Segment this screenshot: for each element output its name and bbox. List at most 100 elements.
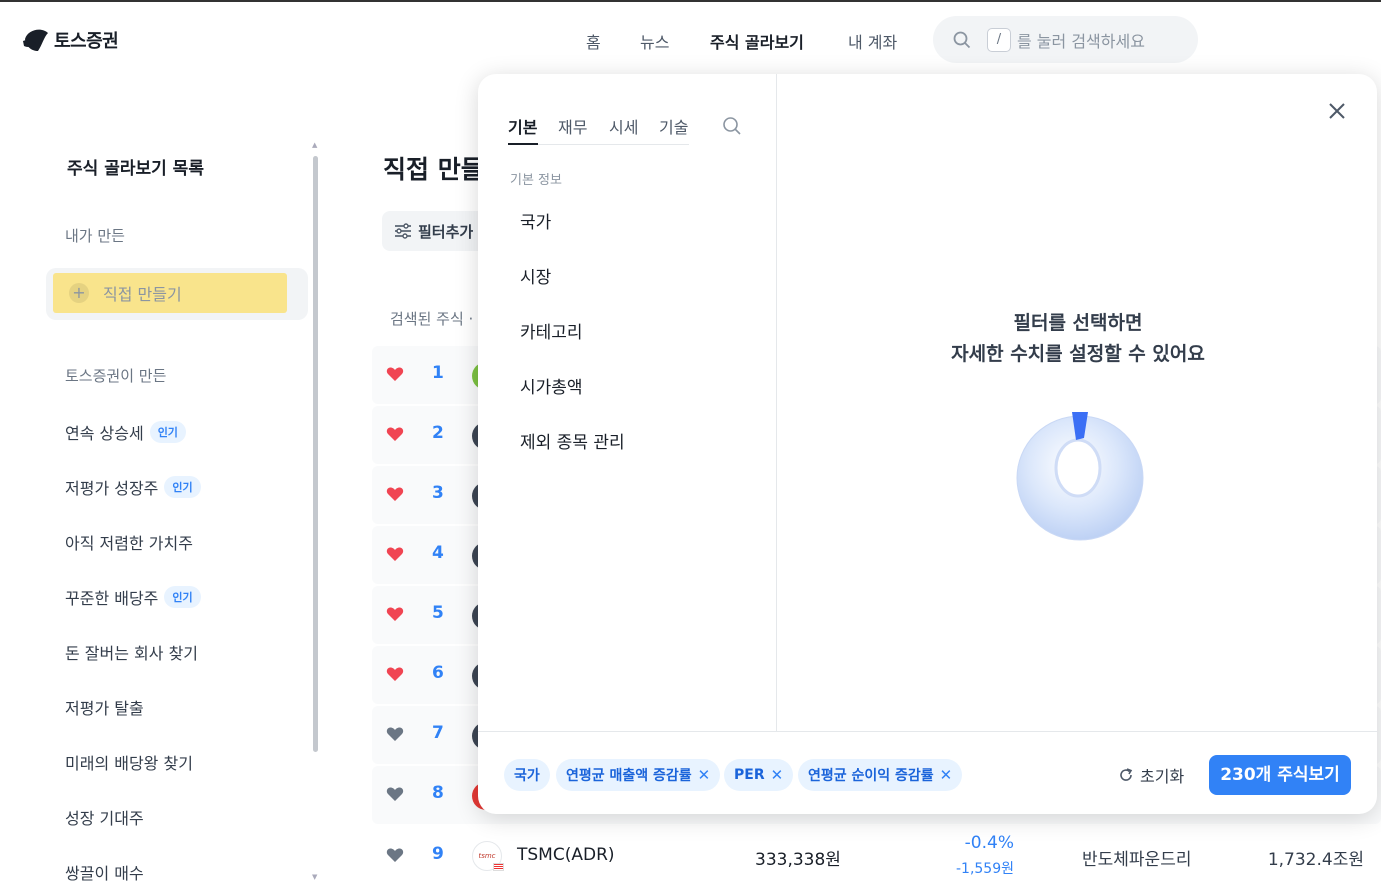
change-percent: -0.4%	[964, 833, 1014, 853]
stock-price: 333,338원	[755, 850, 841, 870]
category-market[interactable]: 시장	[520, 263, 551, 288]
sidebar-item-dual-buying[interactable]: 쌍끌이 매수	[65, 860, 144, 882]
nav-news[interactable]: 뉴스	[640, 29, 669, 53]
filter-sliders-icon	[395, 223, 411, 239]
tab-technical[interactable]: 기술	[659, 114, 688, 138]
filter-modal: 기본 재무 시세 기술 기본 정보 국가 시장 카테고리 시가총액 제외 종목 …	[478, 74, 1377, 814]
scroll-down-arrow[interactable]: ▼	[312, 873, 317, 881]
sidebar-item-label: 저평가 성장주	[65, 479, 159, 498]
search-bar[interactable]: / 를 눌러 검색하세요	[933, 16, 1198, 63]
sidebar-item-label: 미래의 배당왕 찾기	[65, 754, 193, 773]
sidebar-item-label: 돈 잘버는 회사 찾기	[65, 644, 199, 663]
category-section-heading: 기본 정보	[510, 173, 562, 188]
heart-icon[interactable]	[386, 725, 404, 743]
remove-icon[interactable]: ✕	[698, 766, 711, 784]
sidebar-title: 주식 골라보기 목록	[67, 159, 204, 179]
heart-icon[interactable]	[386, 665, 404, 683]
sidebar-item-cheap-value[interactable]: 아직 저렴한 가치주	[65, 530, 193, 554]
sidebar-item-undervalued-growth[interactable]: 저평가 성장주 인기	[65, 475, 201, 499]
category-market-cap[interactable]: 시가총액	[520, 373, 583, 398]
donut-illustration-icon	[1016, 412, 1144, 541]
category-category[interactable]: 카테고리	[520, 318, 583, 343]
chip-net-income-growth[interactable]: 연평균 순이익 증감률 ✕	[798, 759, 963, 791]
rank-number: 6	[432, 663, 444, 683]
search-icon[interactable]	[722, 116, 742, 136]
found-stocks-label: 검색된 주식 ·	[390, 310, 474, 328]
nav-my-account[interactable]: 내 계좌	[848, 29, 897, 53]
popular-badge: 인기	[164, 586, 201, 608]
rank-number: 5	[432, 603, 444, 623]
sidebar-item-label: 저평가 탈출	[65, 699, 144, 718]
chip-per[interactable]: PER ✕	[724, 759, 794, 791]
sidebar-item-growth-expected[interactable]: 성장 기대주	[65, 805, 144, 829]
rank-number: 1	[432, 363, 444, 383]
tab-price[interactable]: 시세	[609, 114, 638, 138]
sidebar-section-mine: 내가 만든	[65, 227, 125, 245]
add-filter-label: 필터추가	[418, 222, 474, 241]
sidebar-scrollbar[interactable]	[313, 156, 318, 752]
chip-label: 국가	[514, 768, 540, 784]
sidebar-item-undervalued-escape[interactable]: 저평가 탈출	[65, 695, 144, 719]
us-flag-icon	[493, 863, 504, 871]
remove-icon[interactable]: ✕	[771, 766, 784, 784]
rank-number: 8	[432, 783, 444, 803]
make-direct-container: + 직접 만들기	[46, 268, 308, 320]
category-country[interactable]: 국가	[520, 208, 551, 233]
change-amount: -1,559원	[955, 861, 1014, 877]
chip-revenue-growth[interactable]: 연평균 매출액 증감률 ✕	[556, 759, 721, 791]
heart-icon[interactable]	[386, 365, 404, 383]
empty-state-line2: 자세한 수치를 설정할 수 있어요	[951, 343, 1205, 365]
refresh-icon	[1120, 768, 1133, 781]
heart-icon[interactable]	[386, 785, 404, 803]
search-placeholder: 를 눌러 검색하세요	[1017, 31, 1145, 51]
sidebar-item-steady-dividend[interactable]: 꾸준한 배당주 인기	[65, 585, 201, 609]
scroll-up-arrow[interactable]: ▲	[312, 141, 317, 149]
chip-country[interactable]: 국가	[504, 759, 550, 791]
industry: 반도체파운드리	[1082, 850, 1192, 870]
market-cap: 1,732.4조원	[1267, 850, 1364, 870]
nav-home[interactable]: 홈	[586, 29, 601, 53]
stock-name: TSMC(ADR)	[517, 845, 615, 865]
plus-icon: +	[69, 283, 89, 303]
active-tab-indicator	[508, 143, 538, 145]
reset-button[interactable]: 초기화	[1118, 763, 1184, 787]
make-direct-label: 직접 만들기	[103, 285, 182, 304]
sidebar-item-profitable-companies[interactable]: 돈 잘버는 회사 찾기	[65, 640, 198, 664]
search-icon	[953, 31, 971, 48]
sidebar-item-future-dividend-king[interactable]: 미래의 배당왕 찾기	[65, 750, 193, 774]
remove-icon[interactable]: ✕	[940, 766, 953, 784]
filter-tabs: 기본 재무 시세 기술	[508, 112, 689, 145]
sidebar-item-label: 쌍끌이 매수	[65, 864, 144, 882]
global-nav-bar: 토스증권 홈 뉴스 주식 골라보기 내 계좌 / 를 눌러 검색하세요	[0, 2, 1381, 76]
sidebar-item-label: 연속 상승세	[65, 424, 144, 443]
table-row[interactable]: 9 tsmc TSMC(ADR) 333,338원 -0.4% -1,559원 …	[372, 825, 1381, 882]
heart-icon[interactable]	[386, 605, 404, 623]
heart-icon[interactable]	[386, 846, 404, 864]
heart-icon[interactable]	[386, 545, 404, 563]
rank-number: 9	[432, 844, 444, 864]
chip-label: 연평균 순이익 증감률	[808, 768, 934, 784]
make-direct-button[interactable]: + 직접 만들기	[53, 273, 287, 313]
view-stocks-button[interactable]: 230개 주식보기	[1209, 755, 1351, 795]
tab-financial[interactable]: 재무	[558, 114, 587, 138]
sidebar-item-label: 아직 저렴한 가치주	[65, 534, 193, 553]
heart-icon[interactable]	[386, 425, 404, 443]
empty-state-line1: 필터를 선택하면	[1013, 312, 1143, 334]
sidebar-item-consecutive-rise[interactable]: 연속 상승세 인기	[65, 420, 186, 444]
modal-footer: 국가 연평균 매출액 증감률 ✕ PER ✕ 연평균 순이익 증감률 ✕ 초기화 23…	[478, 731, 1377, 814]
rank-number: 4	[432, 543, 444, 563]
search-shortcut-key: /	[987, 27, 1011, 52]
heart-icon[interactable]	[386, 485, 404, 503]
close-icon[interactable]	[1326, 100, 1348, 122]
nav-stock-screener[interactable]: 주식 골라보기	[710, 29, 804, 53]
tab-basic[interactable]: 기본	[508, 114, 537, 138]
sidebar-section-toss: 토스증권이 만든	[65, 367, 167, 385]
popular-badge: 인기	[149, 421, 186, 443]
screener-sidebar: 주식 골라보기 목록 내가 만든 + 직접 만들기 토스증권이 만든 연속 상승…	[46, 140, 316, 882]
toss-logo-icon	[23, 29, 48, 51]
logo-text: 토스증권	[54, 31, 119, 52]
chip-label: 연평균 매출액 증감률	[566, 768, 692, 784]
toss-securities-logo[interactable]: 토스증권	[22, 27, 119, 53]
chip-label: PER	[734, 767, 765, 783]
category-excluded-stocks[interactable]: 제외 종목 관리	[520, 428, 625, 453]
